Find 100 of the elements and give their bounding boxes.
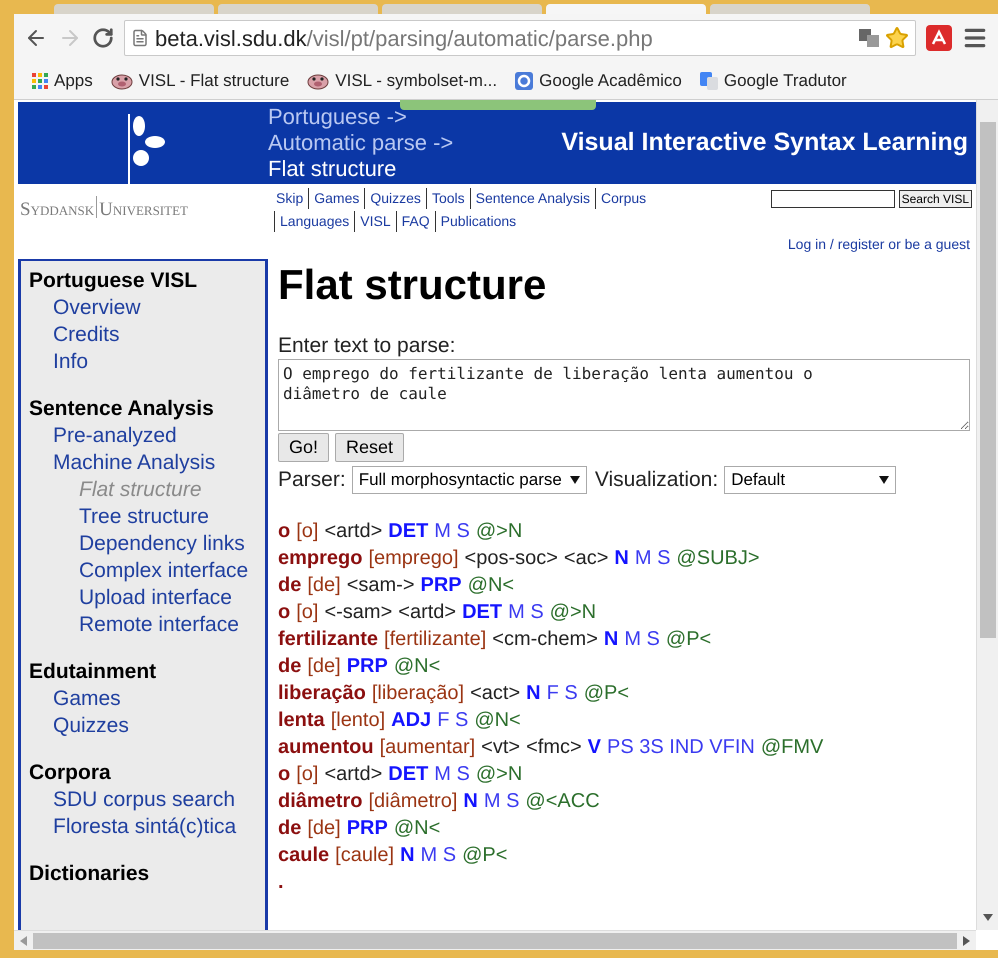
sidebar-link[interactable]: Dependency links — [79, 530, 254, 557]
nav-link[interactable]: Sentence Analysis — [470, 188, 596, 209]
morphology-tag: PS 3S IND VFIN — [607, 734, 755, 760]
part-of-speech: N — [526, 680, 541, 706]
morphology-tag: M S — [434, 518, 470, 544]
visualization-label: Visualization: — [594, 467, 718, 493]
lemma: [o] — [296, 600, 318, 624]
morphology-tag: M S — [624, 626, 660, 652]
visualization-select[interactable]: Default — [724, 466, 896, 494]
lemma: [emprego] — [368, 546, 459, 570]
breadcrumb-link[interactable]: Automatic parse -> — [268, 130, 454, 156]
sidebar-link[interactable]: Complex interface — [79, 557, 254, 584]
search-field[interactable] — [770, 190, 895, 208]
sidebar-link[interactable]: Quizzes — [53, 712, 265, 739]
pig-icon — [307, 72, 330, 90]
morphology-tag: M S — [420, 842, 456, 868]
part-of-speech: DET — [388, 518, 428, 544]
sidebar-link[interactable]: Upload interface — [79, 584, 254, 611]
bookmark-link[interactable]: Apps — [54, 68, 93, 94]
form-button[interactable]: Go! — [278, 433, 330, 462]
parse-word: o — [278, 600, 290, 624]
scroll-right-icon[interactable] — [963, 936, 970, 946]
sidebar-heading: Portuguese VISL — [29, 268, 198, 294]
bookmark-link[interactable]: Google Tradutor — [724, 68, 847, 94]
translate-icon — [700, 72, 718, 90]
nav-link[interactable]: Tools — [426, 188, 470, 209]
nav-link[interactable]: Publications — [434, 211, 522, 232]
text-input[interactable]: O emprego do fertilizante de liberação lenta aumentou o diâmetro de caule — [278, 359, 970, 431]
form-button[interactable]: Reset — [335, 433, 404, 462]
function-tag: @>N — [550, 598, 596, 626]
page-title: Flat structure — [278, 261, 548, 309]
page-icon — [131, 29, 149, 47]
sidebar-heading: Sentence Analysis — [29, 396, 215, 422]
apps-grid-icon — [32, 72, 48, 88]
parse-word: de — [278, 816, 302, 840]
sidebar-link[interactable]: Floresta sintá(c)tica — [53, 813, 265, 840]
semantic-tag: <vt> — [481, 734, 520, 760]
sidebar-link[interactable]: Info — [53, 348, 265, 375]
scroll-left-icon[interactable] — [20, 936, 27, 946]
sidebar-link[interactable]: Tree structure — [79, 503, 254, 530]
morphology-tag: M S — [434, 760, 470, 788]
function-tag: @<ACC — [525, 788, 600, 814]
parse-word: de — [278, 654, 302, 678]
bookmark-link[interactable]: Google Acadêmico — [539, 68, 682, 94]
part-of-speech: PRP — [346, 816, 388, 840]
parse-word: o — [278, 762, 290, 786]
parse-word: liberação — [278, 680, 366, 706]
nav-link[interactable]: Languages — [274, 211, 354, 232]
vertical-scrollbar[interactable] — [976, 100, 998, 930]
nav-link[interactable]: Corpus — [595, 188, 652, 209]
search-button[interactable]: Search VISL — [898, 190, 972, 208]
star-icon[interactable] — [885, 26, 909, 50]
nav-link[interactable]: VISL — [354, 211, 396, 232]
sidebar-link[interactable]: Games — [53, 685, 265, 712]
scroll-down-icon[interactable] — [982, 914, 992, 922]
sidebar-link[interactable]: SDU corpus search — [53, 786, 265, 813]
address-bar[interactable]: beta.visl.sdu.dk/visl/pt/parsing/automatic/parse.php — [124, 20, 916, 56]
morphology-tag: M S — [484, 788, 520, 814]
parse-word: de — [278, 572, 302, 598]
lemma: [de] — [307, 572, 341, 598]
university-logo-text: Syddansk — [20, 198, 94, 222]
reload-icon[interactable] — [92, 27, 114, 49]
parse-word: caule — [278, 842, 330, 868]
nav-link[interactable]: FAQ — [396, 211, 435, 232]
part-of-speech: N — [400, 842, 415, 868]
scrollbar-thumb[interactable] — [33, 932, 957, 948]
lemma: [diâmetro] — [368, 788, 458, 814]
login-link[interactable]: Log in / register or be a guest — [788, 234, 970, 255]
function-tag: @FMV — [760, 734, 824, 760]
sidebar-link[interactable]: Overview — [53, 294, 265, 321]
function-tag: @N< — [394, 652, 440, 680]
site-title: Visual Interactive Syntax Learning — [561, 127, 968, 158]
sidebar-link[interactable]: Pre-analyzed — [53, 422, 265, 449]
sidebar-link[interactable]: Remote interface — [79, 611, 254, 638]
nav-link[interactable]: Quizzes — [364, 188, 426, 209]
scrollbar-thumb[interactable] — [980, 122, 996, 638]
horizontal-scrollbar[interactable] — [14, 930, 976, 950]
part-of-speech: PRP — [346, 654, 388, 678]
bookmark-link[interactable]: VISL - symbolset-m... — [335, 68, 498, 94]
nav-link[interactable]: Skip — [268, 188, 308, 209]
sidebar-link[interactable]: Machine Analysis — [53, 449, 265, 476]
nav-link[interactable]: Games — [308, 188, 364, 209]
morphology-tag: F S — [546, 680, 578, 706]
lemma: [de] — [307, 654, 341, 678]
translate-icon[interactable] — [859, 29, 879, 47]
part-of-speech: N — [614, 546, 629, 570]
lemma: [fertilizante] — [384, 626, 486, 652]
breadcrumb-link[interactable]: Portuguese -> — [268, 104, 454, 130]
parse-word: aumentou — [278, 734, 374, 760]
part-of-speech: ADJ — [391, 708, 432, 732]
part-of-speech: DET — [462, 600, 502, 624]
lemma: [o] — [296, 762, 318, 786]
sidebar-link[interactable]: Credits — [53, 321, 265, 348]
extension-icon[interactable] — [926, 25, 952, 51]
parser-select[interactable]: Full morphosyntactic parse — [352, 466, 587, 494]
breadcrumb-link[interactable]: Flat structure — [268, 156, 454, 182]
lemma: [aumentar] — [380, 734, 476, 760]
bookmark-link[interactable]: VISL - Flat structure — [138, 68, 290, 94]
lemma: [de] — [307, 816, 341, 840]
semantic-tag: <act> — [470, 680, 520, 706]
